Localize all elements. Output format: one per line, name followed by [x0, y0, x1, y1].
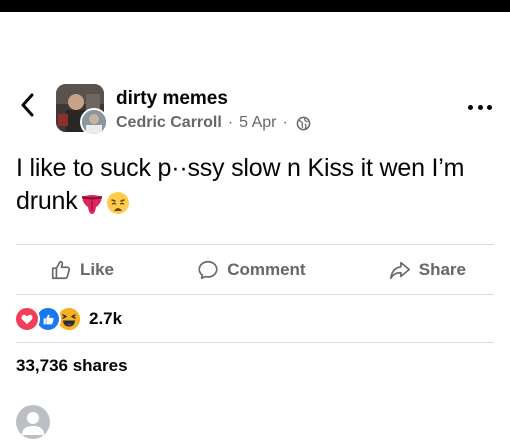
- share-icon: [389, 261, 410, 280]
- meta-separator: ·: [227, 114, 234, 131]
- default-avatar-icon: [22, 412, 44, 435]
- more-dot: [487, 104, 492, 110]
- post-header: dirty memes Cedric Carroll · 5 Apr ·: [0, 78, 510, 138]
- post-author-info: dirty memes Cedric Carroll · 5 Apr ·: [116, 88, 311, 133]
- avatar-group[interactable]: [56, 84, 108, 136]
- weary-face-emoji: [106, 191, 130, 224]
- reaction-icons: [14, 306, 82, 332]
- divider: [16, 342, 494, 343]
- share-count[interactable]: 33,736 shares: [16, 356, 128, 376]
- comment-icon: [198, 260, 218, 280]
- tongue-emoji: [80, 191, 104, 224]
- love-reaction-icon: [14, 306, 40, 332]
- post-date[interactable]: 5 Apr: [239, 113, 276, 133]
- post-body: I like to suck p··ssy slow n Kiss it wen…: [16, 152, 494, 224]
- comment-button[interactable]: Comment: [197, 259, 306, 281]
- like-label: Like: [80, 260, 115, 279]
- post-screen: dirty memes Cedric Carroll · 5 Apr · I l: [0, 0, 510, 440]
- author-photo: [82, 110, 106, 134]
- post-actions: Like Comment Share: [16, 250, 494, 290]
- group-name[interactable]: dirty memes: [116, 88, 311, 110]
- share-label: Share: [418, 260, 466, 279]
- reactions-summary[interactable]: 2.7k: [14, 306, 122, 332]
- back-button[interactable]: [16, 92, 38, 118]
- globe-icon: [296, 116, 311, 131]
- thumbs-up-icon: [51, 260, 71, 280]
- status-bar: [0, 0, 510, 12]
- like-button[interactable]: Like: [50, 259, 114, 281]
- divider: [16, 244, 494, 245]
- more-dot: [477, 104, 483, 110]
- reaction-count[interactable]: 2.7k: [89, 309, 122, 329]
- post-meta: Cedric Carroll · 5 Apr ·: [116, 113, 311, 133]
- meta-separator-2: ·: [282, 114, 288, 131]
- chevron-left-icon: [21, 93, 34, 117]
- commenter-avatar[interactable]: [16, 405, 50, 439]
- author-name[interactable]: Cedric Carroll: [116, 113, 222, 133]
- share-button[interactable]: Share: [389, 259, 466, 281]
- author-avatar[interactable]: [80, 108, 108, 136]
- comment-label: Comment: [227, 260, 306, 279]
- divider: [16, 294, 494, 295]
- more-options-button[interactable]: [468, 102, 492, 112]
- more-dots-icon: [468, 104, 473, 110]
